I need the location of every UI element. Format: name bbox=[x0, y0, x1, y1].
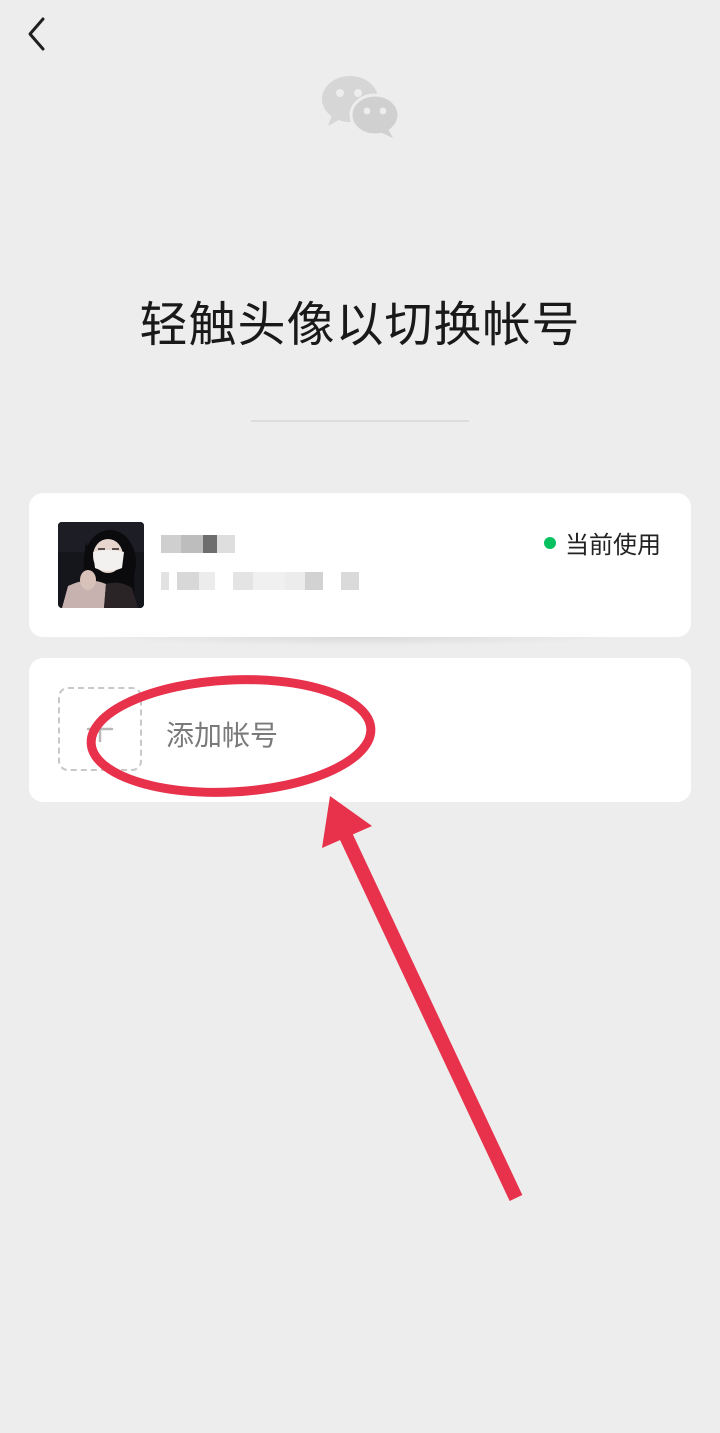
current-status: 当前使用 bbox=[544, 525, 661, 560]
account-id-blurred bbox=[161, 571, 371, 591]
page-title: 轻触头像以切换帐号 bbox=[139, 297, 581, 353]
wechat-logo-icon bbox=[322, 76, 401, 138]
add-account-card[interactable]: 添加帐号 bbox=[29, 658, 691, 802]
chevron-left-icon bbox=[28, 17, 45, 51]
back-button[interactable] bbox=[14, 12, 58, 56]
account-name-blurred bbox=[161, 533, 237, 555]
avatar[interactable] bbox=[58, 522, 144, 608]
status-dot bbox=[544, 536, 556, 549]
title-divider bbox=[251, 420, 469, 422]
current-account-card[interactable]: 当前使用 bbox=[29, 493, 691, 637]
red-arrow-shaft bbox=[337, 829, 523, 1201]
add-account-button[interactable] bbox=[58, 687, 142, 771]
plus-icon bbox=[86, 715, 114, 743]
status-label: 当前使用 bbox=[565, 531, 661, 559]
red-arrow-head bbox=[322, 796, 372, 848]
add-account-label[interactable]: 添加帐号 bbox=[166, 714, 278, 754]
avatar-photo bbox=[58, 522, 144, 608]
